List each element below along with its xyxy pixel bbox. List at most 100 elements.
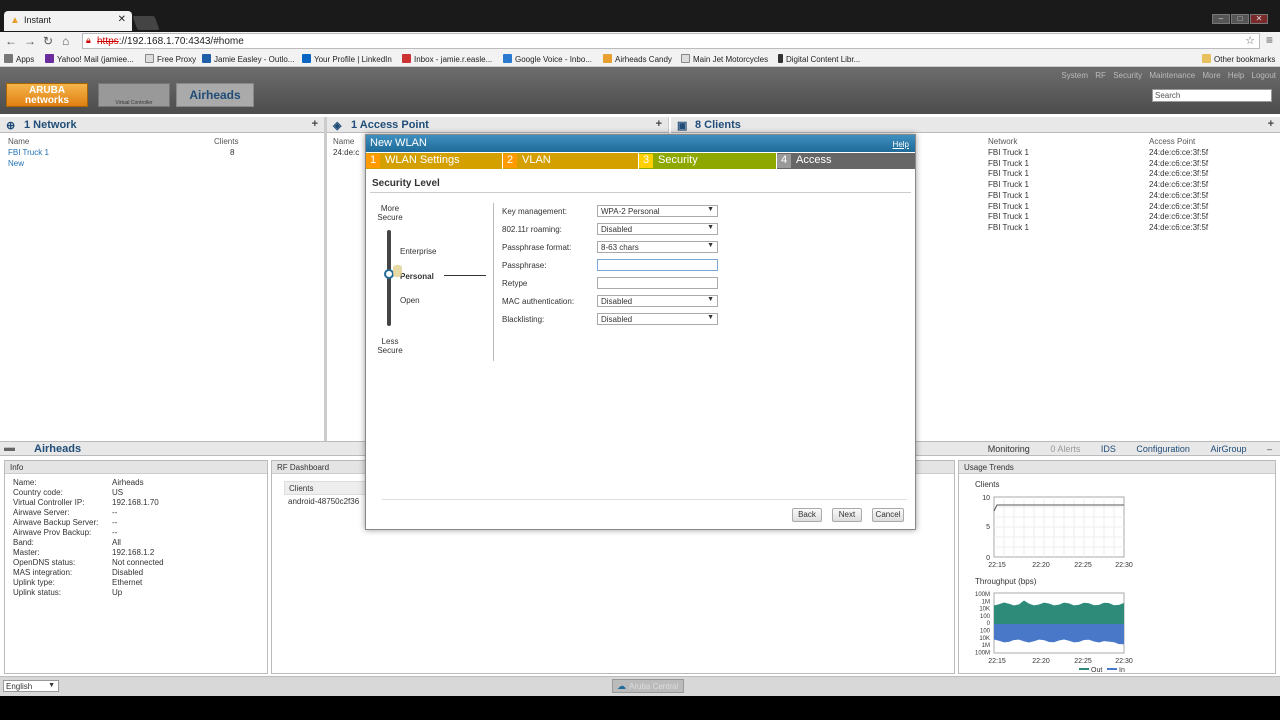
- link-rf[interactable]: RF: [1095, 71, 1106, 80]
- search-input[interactable]: Search: [1152, 89, 1272, 102]
- new-network-link[interactable]: New: [8, 159, 24, 168]
- back-button[interactable]: Back: [792, 508, 822, 522]
- client-row-network[interactable]: FBI Truck 1: [988, 169, 1029, 178]
- bookmark-apps[interactable]: Apps: [4, 54, 34, 64]
- field-select[interactable]: Disabled ▼: [597, 223, 718, 235]
- clients-x-4: 22:30: [1115, 562, 1133, 569]
- client-row-ap[interactable]: 24:de:c6:ce:3f:5f: [1149, 169, 1208, 178]
- info-key: OpenDNS status:: [13, 558, 76, 567]
- help-link[interactable]: Help: [893, 140, 909, 149]
- link-help[interactable]: Help: [1228, 71, 1244, 80]
- field-select[interactable]: 8-63 chars ▼: [597, 241, 718, 253]
- network-icon: ⊕: [6, 120, 16, 132]
- next-button[interactable]: Next: [832, 508, 862, 522]
- bookmark-main-jet[interactable]: Main Jet Motorcycles: [681, 54, 768, 64]
- star-icon[interactable]: ☆: [1245, 34, 1255, 47]
- bookmark-airheads-candy[interactable]: Airheads Candy: [603, 54, 672, 64]
- client-row-network[interactable]: FBI Truck 1: [988, 159, 1029, 168]
- cancel-button[interactable]: Cancel: [872, 508, 904, 522]
- forward-arrow-icon[interactable]: →: [24, 34, 36, 48]
- minimize-icon[interactable]: –: [1212, 14, 1230, 24]
- client-row-network[interactable]: FBI Truck 1: [988, 180, 1029, 189]
- client-row-ap[interactable]: 24:de:c6:ce:3f:5f: [1149, 180, 1208, 189]
- col-network-clients[interactable]: Clients: [214, 137, 238, 146]
- col-client-network[interactable]: Network: [988, 137, 1017, 146]
- col-network-name[interactable]: Name: [8, 137, 29, 146]
- networks-panel: ⊕ 1 Network + Name Clients FBI Truck 1 8…: [0, 117, 324, 441]
- level-enterprise[interactable]: Enterprise: [400, 247, 436, 256]
- client-row-ap[interactable]: 24:de:c6:ce:3f:5f: [1149, 202, 1208, 211]
- link-ids[interactable]: IDS: [1101, 444, 1116, 454]
- link-airgroup[interactable]: AirGroup: [1210, 444, 1246, 454]
- bookmark-outlook[interactable]: Jamie Easley - Outlo...: [202, 54, 294, 64]
- menu-icon[interactable]: ≡: [1266, 33, 1273, 47]
- client-row-network[interactable]: FBI Truck 1: [988, 191, 1029, 200]
- field-select[interactable]: WPA-2 Personal ▼: [597, 205, 718, 217]
- wizard-step-2[interactable]: 2 VLAN: [503, 153, 638, 169]
- field-label: MAC authentication:: [502, 297, 575, 306]
- language-select[interactable]: English ▼: [3, 680, 59, 692]
- link-configuration[interactable]: Configuration: [1136, 444, 1190, 454]
- gmail-icon: [402, 54, 411, 63]
- new-tab-button[interactable]: [132, 16, 160, 30]
- rf-client-row[interactable]: android-48750c2f36: [288, 497, 359, 506]
- back-arrow-icon[interactable]: ←: [5, 34, 17, 48]
- aruba-central-button[interactable]: ☁ Aruba Central: [612, 679, 684, 693]
- client-row-ap[interactable]: 24:de:c6:ce:3f:5f: [1149, 159, 1208, 168]
- maximize-icon[interactable]: □: [1231, 14, 1249, 24]
- add-network-icon[interactable]: +: [312, 118, 318, 130]
- bookmark-yahoo[interactable]: Yahoo! Mail (jamiee...: [45, 54, 134, 64]
- networks-panel-header: ⊕ 1 Network +: [0, 117, 324, 133]
- vertical-divider: [493, 203, 494, 361]
- chevron-down-icon: ▼: [707, 296, 714, 303]
- reload-icon[interactable]: ↻: [43, 34, 53, 48]
- level-open[interactable]: Open: [400, 296, 420, 305]
- link-more[interactable]: More: [1202, 71, 1220, 80]
- client-row-network[interactable]: FBI Truck 1: [988, 212, 1029, 221]
- top-links: System RF Security Maintenance More Help…: [1056, 71, 1276, 80]
- client-row-network[interactable]: FBI Truck 1: [988, 202, 1029, 211]
- bookmark-free-proxy[interactable]: Free Proxy: [145, 54, 196, 64]
- link-system[interactable]: System: [1061, 71, 1088, 80]
- client-row-ap[interactable]: 24:de:c6:ce:3f:5f: [1149, 223, 1208, 232]
- field-select[interactable]: Disabled ▼: [597, 313, 718, 325]
- bookmark-digital-content[interactable]: Digital Content Libr...: [778, 54, 860, 64]
- close-tab-icon[interactable]: ✕: [118, 14, 126, 25]
- client-row-ap[interactable]: 24:de:c6:ce:3f:5f: [1149, 148, 1208, 157]
- link-alerts[interactable]: 0 Alerts: [1050, 444, 1080, 454]
- info-key: Airwave Server:: [13, 508, 70, 517]
- rf-clients-label: Clients: [284, 481, 366, 495]
- address-bar[interactable]: 🔒︎ https://192.168.1.70:4343/#home ☆: [82, 33, 1260, 49]
- link-logout[interactable]: Logout: [1252, 71, 1276, 80]
- bookmark-linkedin[interactable]: Your Profile | LinkedIn: [302, 54, 392, 64]
- add-ap-icon[interactable]: +: [656, 118, 662, 130]
- link-monitoring[interactable]: Monitoring: [988, 444, 1030, 454]
- browser-tab[interactable]: ▲ Instant ✕: [4, 11, 132, 31]
- home-icon[interactable]: ⌂: [62, 34, 69, 48]
- bookmark-gmail[interactable]: Inbox - jamie.r.easle...: [402, 54, 492, 64]
- col-client-ap[interactable]: Access Point: [1149, 137, 1195, 146]
- window-close-icon[interactable]: ✕: [1250, 14, 1268, 24]
- client-row-ap[interactable]: 24:de:c6:ce:3f:5f: [1149, 191, 1208, 200]
- client-row-network[interactable]: FBI Truck 1: [988, 223, 1029, 232]
- ap-row-name[interactable]: 24:de:c: [333, 148, 359, 157]
- bookmark-google-voice[interactable]: Google Voice - Inbo...: [503, 54, 592, 64]
- add-client-icon[interactable]: +: [1268, 118, 1274, 130]
- network-row-name[interactable]: FBI Truck 1: [8, 148, 49, 157]
- wizard-step-4[interactable]: 4 Access: [777, 153, 915, 169]
- passphrase-input[interactable]: [597, 259, 718, 271]
- status-bar: English ▼ ☁ Aruba Central: [0, 676, 1280, 696]
- retype-input[interactable]: [597, 277, 718, 289]
- page-icon: [681, 54, 690, 63]
- level-personal[interactable]: Personal: [400, 272, 434, 281]
- wizard-step-1[interactable]: 1 WLAN Settings: [366, 153, 502, 169]
- col-ap-name[interactable]: Name: [333, 137, 354, 146]
- client-row-ap[interactable]: 24:de:c6:ce:3f:5f: [1149, 212, 1208, 221]
- link-maintenance[interactable]: Maintenance: [1149, 71, 1195, 80]
- field-select[interactable]: Disabled ▼: [597, 295, 718, 307]
- collapse-icon[interactable]: –: [1267, 444, 1272, 454]
- other-bookmarks[interactable]: Other bookmarks: [1202, 54, 1275, 64]
- link-security[interactable]: Security: [1113, 71, 1142, 80]
- client-row-network[interactable]: FBI Truck 1: [988, 148, 1029, 157]
- wizard-step-3[interactable]: 3 Security: [639, 153, 776, 169]
